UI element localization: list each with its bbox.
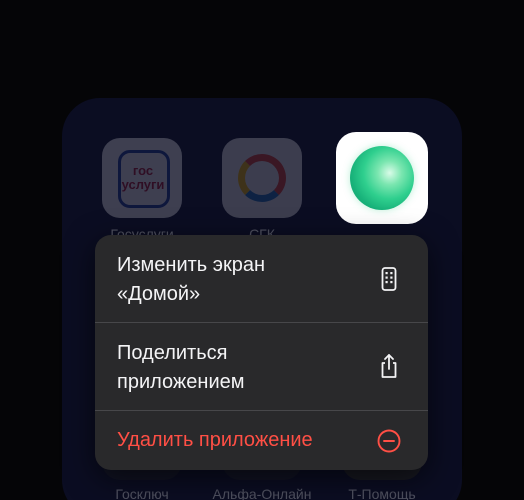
phone-screen-icon	[381, 267, 397, 291]
edit-home-screen-label: Изменить экран «Домой»	[117, 254, 266, 305]
app-label-alfa: Альфа-Онлайн	[212, 486, 312, 500]
green-orb-icon	[350, 146, 414, 210]
share-icon	[381, 354, 397, 378]
delete-app-label: Удалить приложение	[117, 429, 313, 451]
minus-circle-icon	[377, 429, 401, 453]
gosuslugi-app-icon[interactable]: гос услуги	[102, 138, 182, 218]
delete-app-menu-item[interactable]: Удалить приложение	[95, 411, 428, 470]
share-app-menu-item[interactable]: Поделиться приложением	[95, 323, 428, 410]
share-app-label: Поделиться приложением	[117, 342, 245, 393]
sgk-icon	[238, 154, 286, 202]
context-menu: Изменить экран «Домой» Поделиться прилож…	[95, 235, 428, 470]
sgk-app-icon[interactable]	[222, 138, 302, 218]
home-screen: гос услуги Госуслуги СГК Госключ Альфа-О…	[0, 0, 524, 500]
app-label-t-help: Т-Помощь	[348, 486, 416, 500]
app-label-goskey: Госключ	[115, 486, 169, 500]
gosuslugi-icon: гос услуги	[114, 148, 170, 208]
edit-home-screen-menu-item[interactable]: Изменить экран «Домой»	[95, 235, 428, 322]
focused-app-icon[interactable]	[336, 132, 428, 224]
